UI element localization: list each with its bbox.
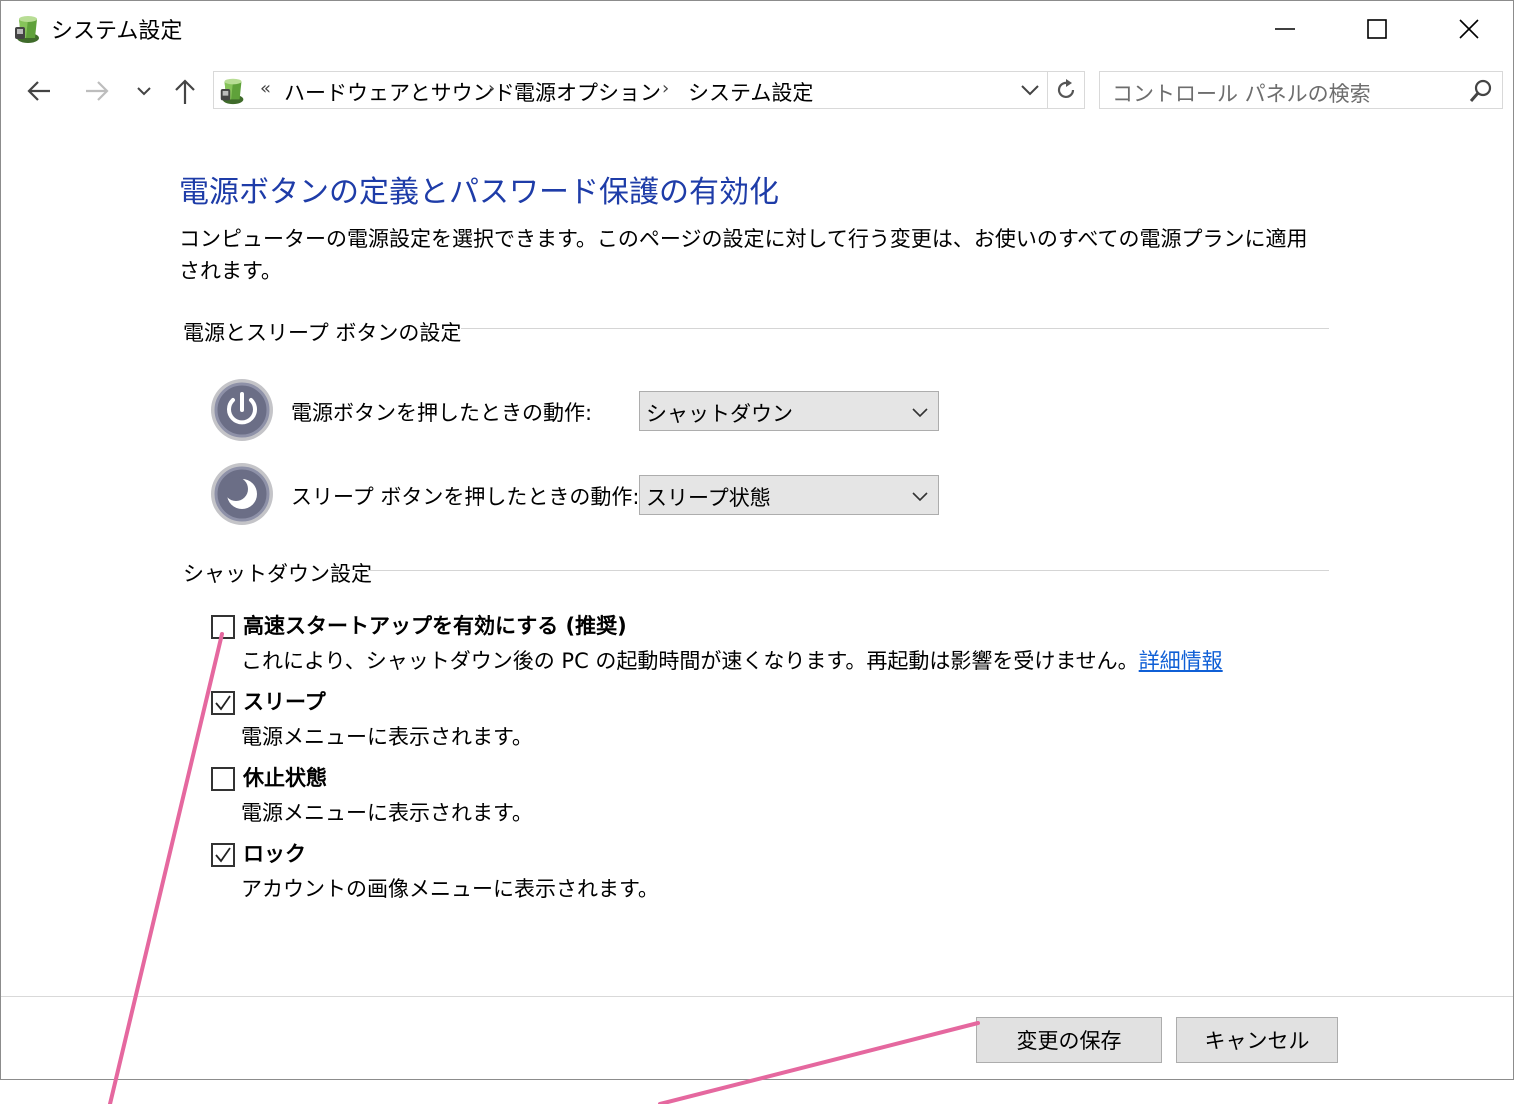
chevron-down-icon bbox=[912, 408, 928, 418]
window-title: システム設定 bbox=[51, 19, 183, 44]
section-divider bbox=[461, 328, 1329, 329]
refresh-icon bbox=[1057, 79, 1075, 99]
window: システム設定 « ハードウェアとサウンド › 電源オプション › システム設定 … bbox=[0, 0, 1514, 1080]
sleep-button-action-value: スリープ状態 bbox=[646, 486, 771, 510]
breadcrumb-hardware-sound[interactable]: ハードウェアとサウンド bbox=[284, 77, 515, 107]
power-sleep-heading: 電源とスリープ ボタンの設定 bbox=[183, 321, 462, 345]
fast-startup-label[interactable]: 高速スタートアップを有効にする (推奨) bbox=[243, 610, 627, 640]
breadcrumb-overflow[interactable]: « bbox=[260, 78, 271, 99]
close-button[interactable] bbox=[1423, 1, 1515, 57]
save-changes-button[interactable]: 変更の保存 bbox=[976, 1017, 1162, 1063]
lock-option-label[interactable]: ロック bbox=[243, 838, 306, 868]
page-title: 電源ボタンの定義とパスワード保護の有効化 bbox=[179, 175, 779, 210]
title-bar: システム設定 bbox=[1, 1, 1513, 57]
sleep-option-description: 電源メニューに表示されます。 bbox=[241, 725, 533, 749]
address-bar[interactable]: « ハードウェアとサウンド › 電源オプション › システム設定 bbox=[213, 71, 1085, 109]
sleep-button-label: スリープ ボタンを押したときの動作: bbox=[291, 485, 640, 509]
search-box[interactable]: コントロール パネルの検索 bbox=[1099, 71, 1503, 109]
recent-locations-button[interactable] bbox=[129, 73, 159, 109]
minimize-icon bbox=[1275, 28, 1295, 30]
checkmark-icon bbox=[215, 847, 231, 863]
fast-startup-checkbox[interactable] bbox=[211, 615, 235, 639]
sleep-button-action-select[interactable]: スリープ状態 bbox=[639, 475, 939, 515]
chevron-down-icon bbox=[137, 87, 151, 96]
lock-option-description: アカウントの画像メニューに表示されます。 bbox=[241, 877, 659, 901]
up-button[interactable] bbox=[167, 73, 203, 109]
lock-checkbox[interactable] bbox=[211, 843, 235, 867]
maximize-icon bbox=[1367, 19, 1387, 39]
hibernate-checkbox[interactable] bbox=[211, 767, 235, 791]
chevron-down-icon bbox=[912, 492, 928, 502]
refresh-button[interactable] bbox=[1047, 72, 1084, 108]
control-panel-icon bbox=[220, 78, 244, 105]
forward-button[interactable] bbox=[79, 73, 115, 109]
back-button[interactable] bbox=[21, 73, 57, 109]
close-icon bbox=[1459, 19, 1479, 39]
more-info-link[interactable]: 詳細情報 bbox=[1139, 649, 1223, 673]
breadcrumb-system-settings[interactable]: システム設定 bbox=[688, 77, 813, 107]
address-history-button[interactable] bbox=[1012, 72, 1048, 108]
power-button-action-select[interactable]: シャットダウン bbox=[639, 391, 939, 431]
hibernate-option-description: 電源メニューに表示されます。 bbox=[241, 801, 533, 825]
power-button-label: 電源ボタンを押したときの動作: bbox=[291, 401, 593, 425]
breadcrumb-separator[interactable]: › bbox=[662, 78, 669, 99]
sleep-checkbox[interactable] bbox=[211, 691, 235, 715]
checkmark-icon bbox=[215, 695, 231, 711]
sleep-option-label[interactable]: スリープ bbox=[243, 686, 326, 716]
breadcrumb-power-options[interactable]: 電源オプション bbox=[514, 77, 661, 107]
search-input[interactable]: コントロール パネルの検索 bbox=[1112, 78, 1371, 108]
breadcrumb-separator[interactable]: › bbox=[488, 78, 495, 99]
arrow-right-icon bbox=[86, 81, 109, 101]
chevron-down-icon bbox=[1021, 85, 1039, 96]
maximize-button[interactable] bbox=[1331, 1, 1423, 57]
hibernate-option-label[interactable]: 休止状態 bbox=[243, 762, 327, 792]
power-button-action-value: シャットダウン bbox=[646, 402, 793, 426]
arrow-left-icon bbox=[27, 81, 50, 101]
fast-startup-description-text: これにより、シャットダウン後の PC の起動時間が速くなります。再起動は影響を受… bbox=[241, 649, 1139, 673]
shutdown-settings-heading: シャットダウン設定 bbox=[183, 562, 372, 586]
control-panel-icon bbox=[15, 16, 39, 43]
footer-divider bbox=[1, 996, 1513, 997]
power-button-icon bbox=[211, 379, 273, 441]
page-description: コンピューターの電源設定を選択できます。このページの設定に対して行う変更は、お使… bbox=[179, 227, 1308, 283]
search-icon[interactable] bbox=[1468, 78, 1494, 104]
minimize-button[interactable] bbox=[1239, 1, 1331, 57]
cancel-button[interactable]: キャンセル bbox=[1176, 1017, 1338, 1063]
arrow-up-icon bbox=[175, 79, 195, 104]
sleep-button-icon bbox=[211, 463, 273, 525]
fast-startup-description: これにより、シャットダウン後の PC の起動時間が速くなります。再起動は影響を受… bbox=[241, 645, 1223, 675]
section-divider bbox=[367, 570, 1329, 571]
